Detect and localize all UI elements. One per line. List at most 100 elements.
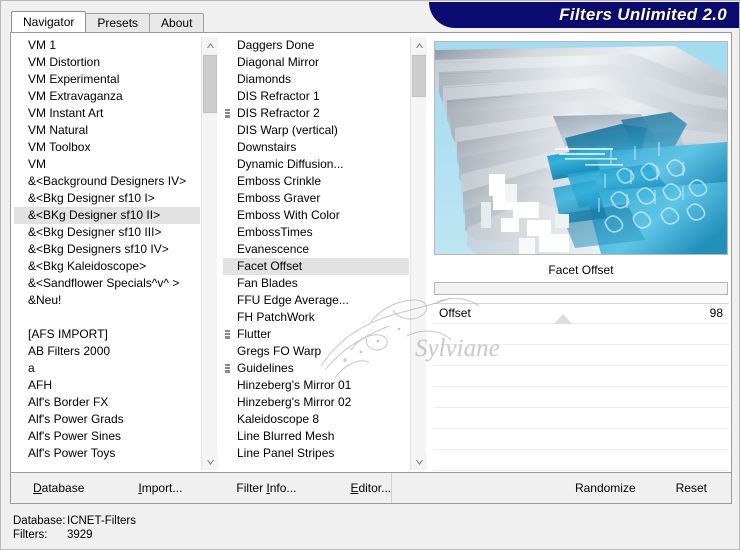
category-list-item[interactable]: VM Experimental <box>14 71 200 88</box>
category-list-item[interactable]: &<Bkg Designer sf10 III> <box>14 224 200 241</box>
filter-info-button[interactable]: Filter Info... <box>236 481 296 495</box>
category-list-scrollbar[interactable] <box>201 37 218 470</box>
category-list-item-label: &<Bkg Designer sf10 III> <box>28 225 162 239</box>
category-list-item[interactable]: VM Distortion <box>14 54 200 71</box>
category-list-item-label: &<Bkg Kaleidoscope> <box>28 259 147 273</box>
chevron-down-icon[interactable] <box>202 454 218 470</box>
category-list-item[interactable]: Alf's Power Grads <box>14 411 200 428</box>
filter-list-item[interactable]: Hinzeberg's Mirror 01 <box>223 377 409 394</box>
filter-list-item[interactable]: FFU Edge Average... <box>223 292 409 309</box>
category-list-item[interactable]: VM Instant Art <box>14 105 200 122</box>
category-list-item[interactable]: &<BKg Designer sf10 II> <box>14 207 200 224</box>
status-filters-key: Filters: <box>13 529 48 541</box>
filter-list-item-label: Downstairs <box>237 140 297 154</box>
category-list-item-label: &<Background Designers IV> <box>28 174 187 188</box>
command-bar: Database Import... Filter Info... Editor… <box>10 473 732 504</box>
category-list-item[interactable]: &Neu! <box>14 292 200 309</box>
filter-list-item[interactable]: Kaleidoscope 8 <box>223 411 409 428</box>
filter-preview[interactable] <box>434 41 728 255</box>
category-list-item-label: Alf's Border FX <box>28 395 109 409</box>
filter-list-scroll-thumb[interactable] <box>412 55 426 97</box>
filter-list-item-label: Hinzeberg's Mirror 01 <box>237 378 352 392</box>
randomize-button[interactable]: Randomize <box>575 481 636 495</box>
filter-list-item[interactable]: Gregs FO Warp <box>223 343 409 360</box>
filter-list-item[interactable]: Evanescence <box>223 241 409 258</box>
category-list-item[interactable]: VM Natural <box>14 122 200 139</box>
filter-list-item[interactable]: DIS Refractor 1 <box>223 88 409 105</box>
filter-list-item-label: Line Panel Stripes <box>237 446 335 460</box>
filter-list-item-label: DIS Warp (vertical) <box>237 123 338 137</box>
category-list-item[interactable]: [AFS IMPORT] <box>14 326 200 343</box>
filter-list-item[interactable]: Emboss Graver <box>223 190 409 207</box>
status-database-value: ICNET-Filters <box>67 515 136 527</box>
category-list-item[interactable]: a <box>14 360 200 377</box>
filter-list-item-label: Evanescence <box>237 242 310 256</box>
category-list-item[interactable]: AB Filters 2000 <box>14 343 200 360</box>
filter-list-item-label: Gregs FO Warp <box>237 344 322 358</box>
category-list-item[interactable]: &<Sandflower Specials^v^ > <box>14 275 200 292</box>
filter-list-item[interactable]: Diamonds <box>223 71 409 88</box>
filter-list-item[interactable]: Dynamic Diffusion... <box>223 156 409 173</box>
category-list-item[interactable]: AFH <box>14 377 200 394</box>
category-list-item[interactable]: Alf's Power Toys <box>14 445 200 462</box>
filter-list-item[interactable]: EmbossTimes <box>223 224 409 241</box>
filter-list-item[interactable]: Emboss Crinkle <box>223 173 409 190</box>
filter-list-item[interactable]: Diagonal Mirror <box>223 54 409 71</box>
filter-list-item[interactable]: Fan Blades <box>223 275 409 292</box>
category-list-item[interactable]: VM Extravaganza <box>14 88 200 105</box>
filter-list-item[interactable]: DIS Refractor 2 <box>223 105 409 122</box>
filter-list-item-label: Emboss Crinkle <box>237 174 322 188</box>
filter-list-item[interactable]: Guidelines <box>223 360 409 377</box>
parameter-slider-thumb[interactable] <box>554 314 573 324</box>
chevron-up-icon[interactable] <box>202 37 218 53</box>
filter-list-item[interactable]: Emboss With Color <box>223 207 409 224</box>
filter-list-item[interactable]: Facet Offset <box>223 258 409 275</box>
filter-list-item[interactable]: DIS Warp (vertical) <box>223 122 409 139</box>
tab-about[interactable]: About <box>149 13 205 32</box>
category-list-item[interactable] <box>14 309 200 326</box>
category-list-item[interactable]: Alf's Power Sines <box>14 428 200 445</box>
parameter-slider[interactable]: Offset 98 <box>433 303 729 324</box>
category-list-item[interactable]: &<Bkg Kaleidoscope> <box>14 258 200 275</box>
filter-list-item-label: Flutter <box>237 327 272 341</box>
parameter-slider-empty <box>433 324 729 345</box>
tab-presets[interactable]: Presets <box>85 13 151 32</box>
filter-list-item-label: FFU Edge Average... <box>237 293 349 307</box>
filter-list-item[interactable]: Hinzeberg's Mirror 02 <box>223 394 409 411</box>
category-list-item[interactable]: VM Toolbox <box>14 139 200 156</box>
filter-list[interactable]: Daggers Done Diagonal Mirror Diamonds DIS R… <box>223 37 409 470</box>
reset-button[interactable]: Reset <box>676 481 707 495</box>
category-list-item[interactable]: VM 1 <box>14 37 200 54</box>
filter-list-item-label: Hinzeberg's Mirror 02 <box>237 395 352 409</box>
category-list-item[interactable]: VM <box>14 156 200 173</box>
tab-navigator[interactable]: Navigator <box>11 11 87 32</box>
chevron-down-icon[interactable] <box>411 454 427 470</box>
filter-list-item[interactable]: Line Panel Stripes <box>223 445 409 462</box>
category-list[interactable]: VM 1 VM Distortion VM Experimental VM Extra… <box>14 37 200 470</box>
category-list-item[interactable]: Alf's Border FX <box>14 394 200 411</box>
filter-list-item[interactable]: Downstairs <box>223 139 409 156</box>
filter-list-item-label: Emboss With Color <box>237 208 340 222</box>
category-list-item[interactable]: &<Bkg Designers sf10 IV> <box>14 241 200 258</box>
command-bar-right-group: Randomize Reset <box>575 473 731 503</box>
database-button[interactable]: Database <box>33 481 84 495</box>
import-button[interactable]: Import... <box>138 481 182 495</box>
category-list-item-label: AFH <box>28 378 52 392</box>
editor-button[interactable]: Editor... <box>350 481 391 495</box>
filter-list-item[interactable]: Flutter <box>223 326 409 343</box>
filter-list-scrollbar[interactable] <box>410 37 427 470</box>
category-list-scroll-thumb[interactable] <box>203 55 217 113</box>
filter-list-item[interactable]: Line Blurred Mesh <box>223 428 409 445</box>
tab-presets-label: Presets <box>97 16 139 30</box>
category-list-item[interactable]: &<Background Designers IV> <box>14 173 200 190</box>
status-filters-row: Filters: 3929 <box>13 528 136 542</box>
category-list-item[interactable]: &<Bkg Designer sf10 I> <box>14 190 200 207</box>
filter-list-item-label: Diamonds <box>237 72 292 86</box>
filter-list-item-label: Daggers Done <box>237 38 315 52</box>
filter-list-item[interactable]: Daggers Done <box>223 37 409 54</box>
category-list-item-label: VM 1 <box>28 38 57 52</box>
command-bar-left-group: Database Import... Filter Info... Editor… <box>11 473 393 503</box>
chevron-up-icon[interactable] <box>411 37 427 53</box>
filter-list-item[interactable]: FH PatchWork <box>223 309 409 326</box>
filters-unlimited-window: Filters Unlimited 2.0 Navigator Presets … <box>0 0 740 550</box>
